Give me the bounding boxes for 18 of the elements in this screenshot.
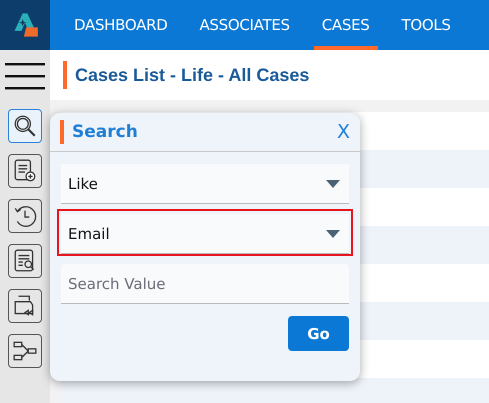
menu-icon[interactable] bbox=[5, 62, 45, 90]
panel-title: Search bbox=[72, 122, 139, 142]
nav-tab[interactable]: TOOLS bbox=[394, 0, 459, 50]
nav-tab[interactable]: ASSOCIATES bbox=[191, 0, 298, 50]
caret-icon bbox=[326, 230, 340, 238]
document-add-icon[interactable] bbox=[8, 154, 42, 188]
search-field[interactable]: Search Value bbox=[61, 264, 349, 304]
history-icon[interactable] bbox=[8, 199, 42, 233]
nav-tab[interactable]: CASES bbox=[314, 0, 378, 50]
go-button[interactable]: Go bbox=[288, 316, 349, 351]
document-search-icon[interactable] bbox=[8, 244, 42, 278]
nav-tab[interactable]: DASHBOARD bbox=[66, 0, 176, 50]
dropdown[interactable]: Like bbox=[61, 164, 349, 204]
search-icon[interactable] bbox=[8, 109, 42, 143]
page-title: Cases List - Life - All Cases bbox=[75, 64, 310, 86]
flowchart-icon[interactable] bbox=[8, 334, 42, 368]
dropdown[interactable]: Email bbox=[61, 214, 349, 254]
close-button[interactable]: X bbox=[336, 121, 350, 143]
